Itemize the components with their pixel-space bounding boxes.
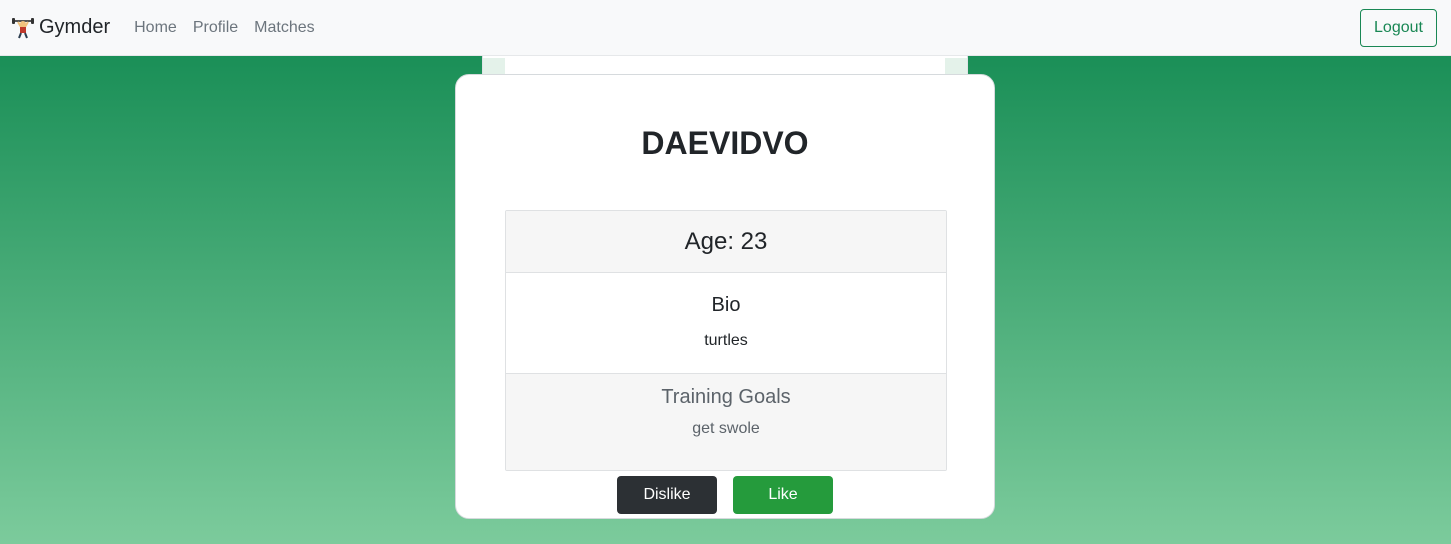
logout-button[interactable]: Logout	[1360, 9, 1437, 47]
weightlifter-icon	[12, 17, 34, 39]
bio-section: Bio turtles	[506, 273, 946, 374]
training-goals-section: Training Goals get swole	[506, 374, 946, 470]
nav-link-matches[interactable]: Matches	[254, 19, 314, 37]
nav-links: Home Profile Matches	[134, 19, 331, 37]
navbar: Gymder Home Profile Matches Logout	[0, 0, 1451, 56]
profile-name: DAEVIDVO	[641, 125, 809, 161]
bio-title: Bio	[711, 294, 741, 316]
age-row: Age: 23	[506, 211, 946, 273]
training-goals-title: Training Goals	[661, 386, 791, 408]
nav-link-home[interactable]: Home	[134, 19, 177, 37]
like-button[interactable]: Like	[733, 476, 833, 514]
training-goals-text: get swole	[692, 420, 760, 437]
nav-link-profile[interactable]: Profile	[193, 19, 238, 37]
brand-link[interactable]: Gymder	[12, 16, 110, 39]
profile-info-list: Age: 23 Bio turtles Training Goals get s…	[505, 210, 947, 471]
dislike-button[interactable]: Dislike	[617, 476, 717, 514]
brand-name: Gymder	[39, 16, 111, 38]
bio-text: turtles	[704, 332, 748, 349]
profile-card[interactable]: DAEVIDVO Age: 23 Bio turtles Training Go…	[455, 74, 995, 519]
